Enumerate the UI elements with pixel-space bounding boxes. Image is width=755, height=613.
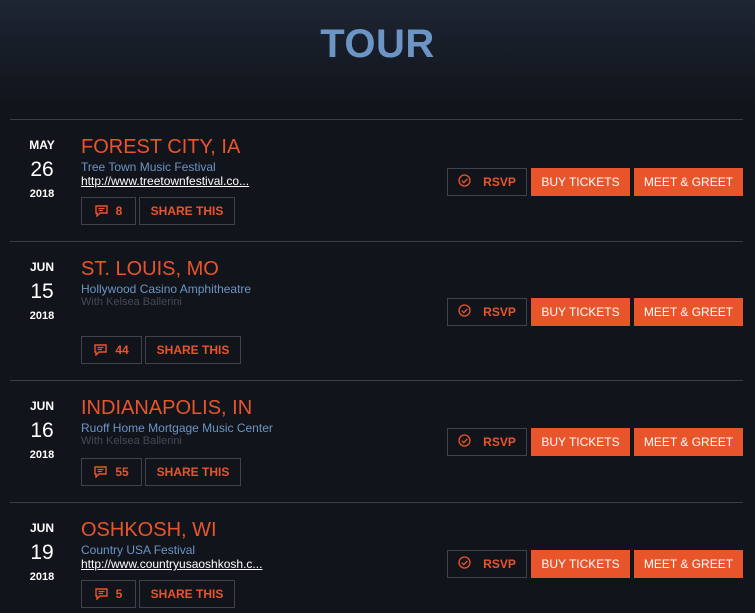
event-month: JUN	[29, 521, 54, 535]
share-button[interactable]: SHARE THIS	[145, 458, 241, 486]
event-day: 16	[30, 419, 54, 442]
comments-button[interactable]: 8	[81, 197, 136, 225]
meet-greet-button[interactable]: MEET & GREET	[634, 550, 743, 578]
event-info: FOREST CITY, IA Tree Town Music Festival…	[81, 136, 249, 188]
share-button[interactable]: SHARE THIS	[145, 336, 241, 364]
event-note: With Kelsea Ballerini	[81, 435, 182, 447]
comments-button[interactable]: 55	[81, 458, 142, 486]
event-venue: Country USA Festival	[81, 543, 196, 557]
comment-icon	[94, 466, 108, 478]
check-circle-icon	[458, 434, 471, 450]
comments-button[interactable]: 44	[81, 336, 142, 364]
rsvp-label: RSVP	[483, 435, 516, 449]
comment-icon	[94, 344, 108, 356]
rsvp-button[interactable]: RSVP	[447, 168, 527, 196]
event-city[interactable]: OSHKOSH, WI	[81, 519, 262, 541]
event-info: INDIANAPOLIS, IN Ruoff Home Mortgage Mus…	[81, 397, 273, 448]
buy-tickets-button[interactable]: BUY TICKETS	[531, 298, 630, 326]
meet-greet-button[interactable]: MEET & GREET	[634, 298, 743, 326]
event-row: JUN 15 2018 ST. LOUIS, MO Hollywood Casi…	[10, 241, 743, 380]
rsvp-label: RSVP	[483, 305, 516, 319]
page-title: TOUR	[320, 22, 435, 66]
comment-count: 8	[115, 204, 123, 218]
event-note: With Kelsea Ballerini	[81, 296, 182, 308]
buy-tickets-button[interactable]: BUY TICKETS	[531, 550, 630, 578]
event-venue: Tree Town Music Festival	[81, 160, 216, 174]
rsvp-button[interactable]: RSVP	[447, 550, 527, 578]
event-sub-buttons: 8 SHARE THIS	[81, 197, 235, 225]
event-day: 15	[30, 280, 54, 303]
event-city[interactable]: INDIANAPOLIS, IN	[81, 397, 273, 419]
event-actions: RSVP BUY TICKETS MEET & GREET	[447, 428, 743, 456]
event-date: MAY 26 2018	[10, 138, 74, 200]
event-link[interactable]: http://www.treetownfestival.co...	[81, 174, 249, 188]
event-info: OSHKOSH, WI Country USA Festival http://…	[81, 519, 262, 571]
event-info: ST. LOUIS, MO Hollywood Casino Amphithea…	[81, 258, 251, 309]
rsvp-label: RSVP	[483, 175, 516, 189]
event-venue: Hollywood Casino Amphitheatre	[81, 282, 252, 296]
event-row: MAY 26 2018 FOREST CITY, IA Tree Town Mu…	[10, 119, 743, 241]
event-venue: Ruoff Home Mortgage Music Center	[81, 421, 273, 435]
buy-tickets-button[interactable]: BUY TICKETS	[531, 168, 630, 196]
event-day: 19	[30, 541, 54, 564]
comment-count: 44	[115, 343, 129, 357]
event-year: 2018	[29, 188, 55, 200]
comment-count: 55	[115, 465, 129, 479]
event-year: 2018	[29, 571, 55, 583]
comment-icon	[94, 588, 108, 600]
event-row: JUN 19 2018 OSHKOSH, WI Country USA Fest…	[10, 502, 743, 613]
meet-greet-button[interactable]: MEET & GREET	[634, 168, 743, 196]
comment-icon	[94, 205, 108, 217]
event-actions: RSVP BUY TICKETS MEET & GREET	[447, 168, 743, 196]
event-date: JUN 16 2018	[10, 399, 74, 461]
rsvp-button[interactable]: RSVP	[447, 298, 527, 326]
meet-greet-button[interactable]: MEET & GREET	[634, 428, 743, 456]
event-actions: RSVP BUY TICKETS MEET & GREET	[447, 298, 743, 326]
event-city[interactable]: ST. LOUIS, MO	[81, 258, 251, 280]
event-sub-buttons: 55 SHARE THIS	[81, 458, 241, 486]
event-sub-buttons: 44 SHARE THIS	[81, 336, 241, 364]
comments-button[interactable]: 5	[81, 580, 136, 608]
event-month: JUN	[29, 399, 54, 413]
event-date: JUN 15 2018	[10, 260, 74, 322]
event-row: JUN 16 2018 INDIANAPOLIS, IN Ruoff Home …	[10, 380, 743, 502]
buy-tickets-button[interactable]: BUY TICKETS	[531, 428, 630, 456]
share-button[interactable]: SHARE THIS	[139, 197, 235, 225]
event-list: MAY 26 2018 FOREST CITY, IA Tree Town Mu…	[10, 119, 743, 613]
rsvp-button[interactable]: RSVP	[447, 428, 527, 456]
event-year: 2018	[29, 310, 55, 322]
comment-count: 5	[115, 587, 123, 601]
rsvp-label: RSVP	[483, 557, 516, 571]
event-date: JUN 19 2018	[10, 521, 74, 583]
event-month: JUN	[29, 260, 54, 274]
check-circle-icon	[458, 556, 471, 572]
event-city[interactable]: FOREST CITY, IA	[81, 136, 249, 158]
event-day: 26	[30, 158, 54, 181]
event-link[interactable]: http://www.countryusaoshkosh.c...	[81, 557, 262, 571]
share-button[interactable]: SHARE THIS	[139, 580, 235, 608]
event-year: 2018	[29, 449, 55, 461]
check-circle-icon	[458, 174, 471, 190]
event-actions: RSVP BUY TICKETS MEET & GREET	[447, 550, 743, 578]
event-month: MAY	[29, 138, 55, 152]
check-circle-icon	[458, 304, 471, 320]
event-sub-buttons: 5 SHARE THIS	[81, 580, 235, 608]
page-header: TOUR	[0, 0, 755, 110]
